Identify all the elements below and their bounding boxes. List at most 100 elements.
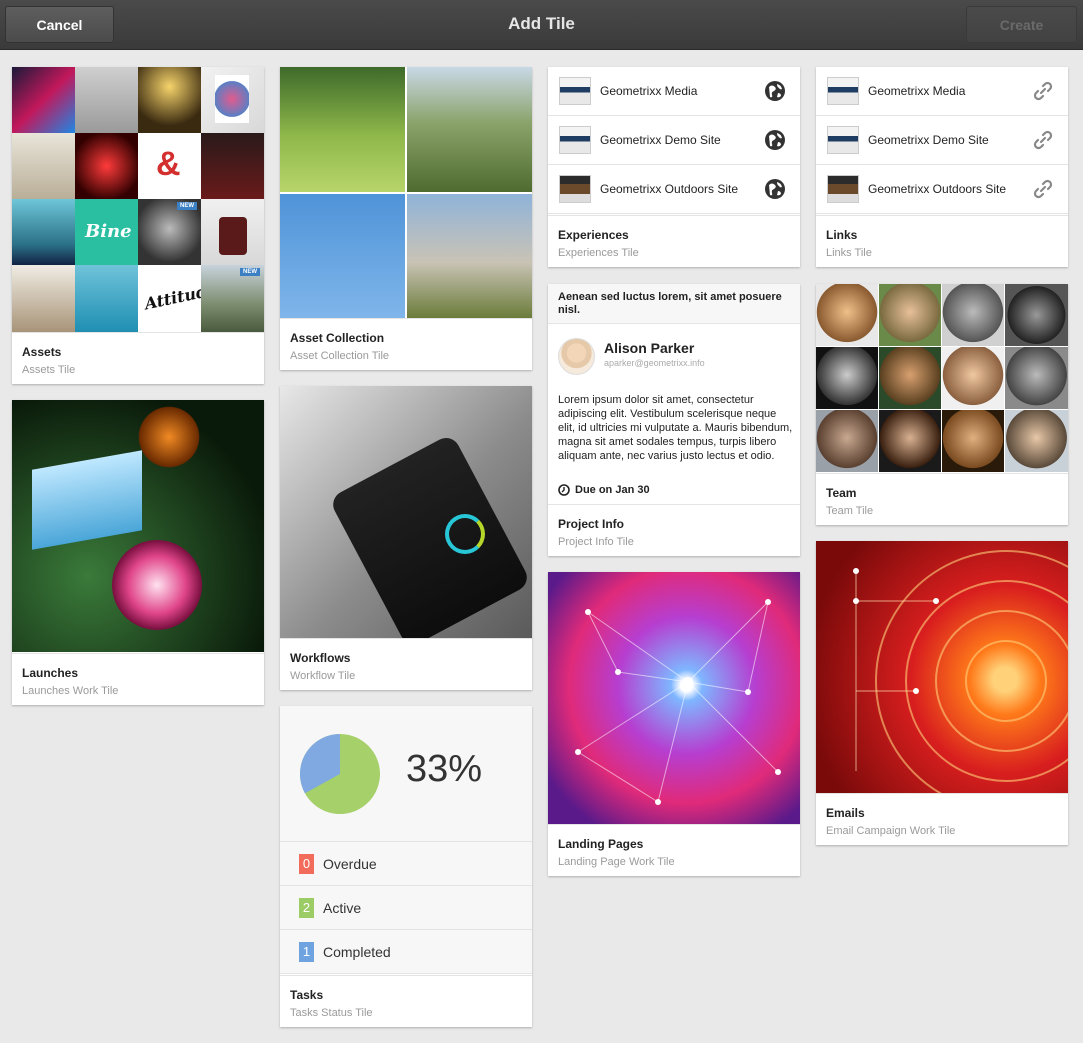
assets-tile[interactable]: & Bine NEW Attitude NEW Assets Assets Ti… <box>12 67 264 384</box>
team-photo-grid <box>816 284 1068 472</box>
team-member-photo <box>816 347 878 409</box>
team-member-photo <box>942 410 1004 472</box>
owner-email: aparker@geometrixx.info <box>604 358 705 368</box>
tile-subtitle: Workflow Tile <box>290 670 356 682</box>
tile-title: Emails <box>826 806 865 820</box>
workflows-tile[interactable]: Workflows Workflow Tile <box>280 386 532 690</box>
tile-footer: Links Links Tile <box>816 215 1068 267</box>
site-thumbnail <box>559 77 591 105</box>
top-bar: Cancel Add Tile Create <box>0 0 1083 50</box>
tile-title: Links <box>826 228 858 242</box>
team-member-photo <box>879 347 941 409</box>
team-member-photo <box>1005 284 1068 346</box>
due-date: Due on Jan 30 <box>558 484 650 496</box>
emails-tile[interactable]: Emails Email Campaign Work Tile <box>816 541 1068 845</box>
collection-image <box>280 194 405 318</box>
landing-pages-tile[interactable]: Landing Pages Landing Page Work Tile <box>548 572 800 876</box>
task-row-overdue[interactable]: 0 Overdue <box>280 842 532 886</box>
tasks-percent: 33% <box>406 748 483 790</box>
page-title: Add Tile <box>508 14 575 33</box>
asset-collection-tile[interactable]: Asset Collection Asset Collection Tile <box>280 67 532 370</box>
create-button[interactable]: Create <box>966 6 1077 43</box>
site-thumbnail <box>559 175 591 203</box>
site-thumbnail <box>827 175 859 203</box>
team-member-photo <box>816 284 878 346</box>
team-member-photo <box>942 284 1004 346</box>
task-count-badge: 2 <box>299 898 314 918</box>
emails-image <box>816 541 1068 793</box>
tile-title: Workflows <box>290 651 351 665</box>
site-thumbnail <box>827 126 859 154</box>
tile-title: Project Info <box>558 517 625 531</box>
task-label: Active <box>323 900 362 916</box>
tile-title: Team <box>826 486 857 500</box>
link-item[interactable]: Geometrixx Outdoors Site <box>816 165 1068 214</box>
experience-item[interactable]: Geometrixx Media <box>548 67 800 116</box>
tile-subtitle: Links Tile <box>826 247 872 259</box>
team-tile[interactable]: Team Team Tile <box>816 284 1068 525</box>
experience-label: Geometrixx Outdoors Site <box>600 182 739 196</box>
link-label: Geometrixx Media <box>868 84 966 98</box>
tile-title: Assets <box>22 345 62 359</box>
experience-item[interactable]: Geometrixx Demo Site <box>548 116 800 165</box>
task-count-badge: 1 <box>299 942 314 962</box>
new-badge: NEW <box>240 268 260 276</box>
tile-title: Asset Collection <box>290 331 385 345</box>
tile-footer: Emails Email Campaign Work Tile <box>816 793 1068 845</box>
team-member-photo <box>879 284 941 346</box>
link-icon <box>1033 179 1053 199</box>
tile-title: Landing Pages <box>558 837 644 851</box>
assets-mosaic: & Bine NEW Attitude NEW <box>12 67 264 332</box>
task-label: Overdue <box>323 856 377 872</box>
tile-subtitle: Asset Collection Tile <box>290 350 390 362</box>
tile-footer: Tasks Tasks Status Tile <box>280 975 532 1027</box>
tile-subtitle: Team Tile <box>826 505 874 517</box>
globe-icon <box>765 130 785 150</box>
tile-footer: Team Team Tile <box>816 473 1068 525</box>
task-count-badge: 0 <box>299 854 314 874</box>
tile-footer: Launches Launches Work Tile <box>12 653 264 705</box>
clock-icon <box>558 484 570 496</box>
task-row-active[interactable]: 2 Active <box>280 886 532 930</box>
tile-footer: Assets Assets Tile <box>12 332 264 384</box>
launches-tile[interactable]: Launches Launches Work Tile <box>12 400 264 705</box>
tile-title: Experiences <box>558 228 629 242</box>
circuit-graphic <box>853 550 1068 793</box>
network-graphic <box>575 599 781 805</box>
experience-item[interactable]: Geometrixx Outdoors Site <box>548 165 800 214</box>
project-info-tile[interactable]: Aenean sed luctus lorem, sit amet posuer… <box>548 284 800 556</box>
landing-pages-image <box>548 572 800 824</box>
link-label: Geometrixx Outdoors Site <box>868 182 1007 196</box>
tile-footer: Landing Pages Landing Page Work Tile <box>548 824 800 876</box>
team-member-photo <box>942 347 1004 409</box>
tile-subtitle: Launches Work Tile <box>22 685 119 697</box>
collection-image <box>280 67 405 192</box>
workflows-image <box>280 386 532 638</box>
collection-image <box>407 67 532 192</box>
link-icon <box>1033 130 1053 150</box>
site-thumbnail <box>827 77 859 105</box>
link-label: Geometrixx Demo Site <box>868 133 989 147</box>
globe-icon <box>765 81 785 101</box>
link-item[interactable]: Geometrixx Demo Site <box>816 116 1068 165</box>
project-info-heading: Aenean sed luctus lorem, sit amet posuer… <box>548 284 800 324</box>
collection-image <box>407 194 532 318</box>
site-thumbnail <box>559 126 591 154</box>
experiences-tile[interactable]: Geometrixx Media Geometrixx Demo Site Ge… <box>548 67 800 267</box>
tasks-tile[interactable]: 33% 0 Overdue 2 Active 1 Completed Tasks… <box>280 706 532 1027</box>
task-row-completed[interactable]: 1 Completed <box>280 930 532 974</box>
avatar <box>558 338 595 375</box>
team-member-photo <box>879 410 941 472</box>
launches-image <box>12 400 264 652</box>
task-label: Completed <box>323 944 391 960</box>
tile-subtitle: Landing Page Work Tile <box>558 856 675 868</box>
links-tile[interactable]: Geometrixx Media Geometrixx Demo Site Ge… <box>816 67 1068 267</box>
tile-subtitle: Email Campaign Work Tile <box>826 825 956 837</box>
tile-footer: Project Info Project Info Tile <box>548 504 800 556</box>
experience-label: Geometrixx Media <box>600 84 698 98</box>
link-icon <box>1033 81 1053 101</box>
tile-subtitle: Tasks Status Tile <box>290 1007 373 1019</box>
link-item[interactable]: Geometrixx Media <box>816 67 1068 116</box>
tile-title: Launches <box>22 666 79 680</box>
experience-label: Geometrixx Demo Site <box>600 133 721 147</box>
